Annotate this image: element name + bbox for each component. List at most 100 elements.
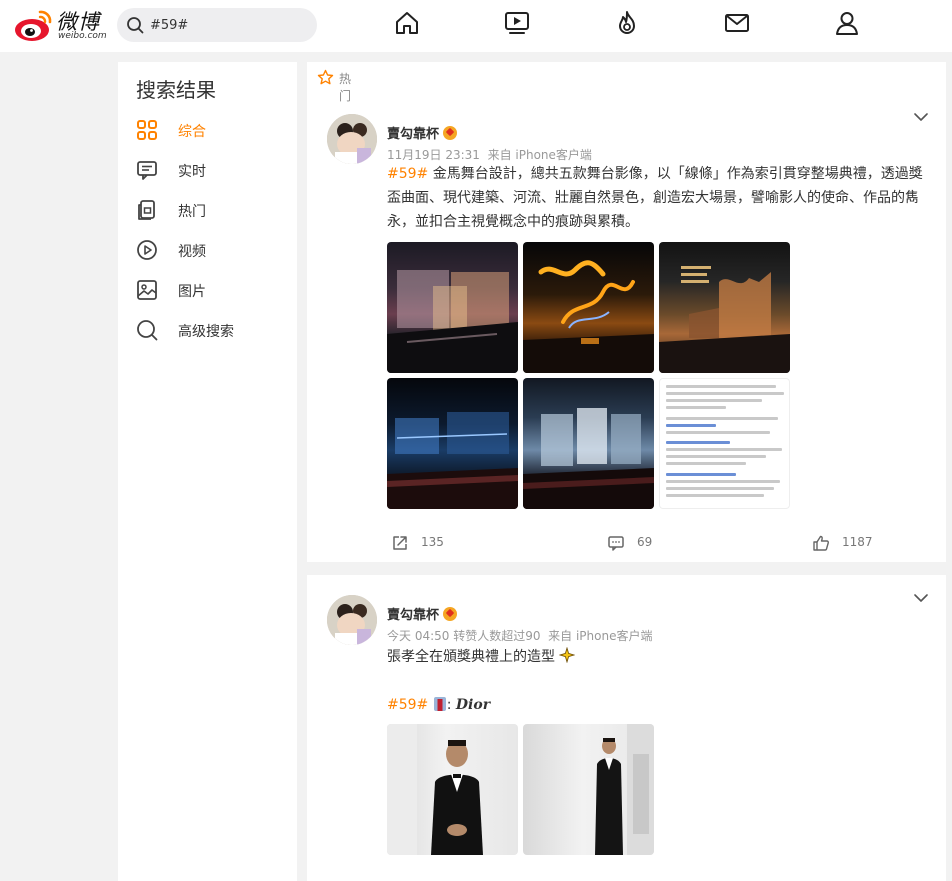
hashtag-link[interactable]: #59# (387, 697, 428, 713)
post-meta: 11月19日 23:31 来自 iPhone客户端 (387, 146, 592, 163)
video-icon[interactable] (504, 10, 530, 36)
sidebar-item-comprehensive[interactable]: 综合 (136, 118, 286, 142)
repost-icon (393, 536, 407, 550)
like-count: 1187 (842, 535, 873, 549)
sidebar-item-label: 视频 (178, 244, 206, 260)
comment-icon (608, 536, 624, 551)
author-name[interactable]: 賣勾靠杯 (387, 604, 458, 623)
author-name[interactable]: 賣勾靠杯 (387, 123, 458, 142)
comment-count: 69 (637, 535, 653, 549)
post-image[interactable] (523, 724, 654, 855)
sidebar-title: 搜索结果 (136, 78, 216, 102)
doc-line (666, 431, 770, 434)
thumbs-up-icon (813, 535, 829, 551)
hot-icon[interactable] (614, 10, 640, 36)
doc-line (666, 462, 746, 465)
doc-line (666, 406, 726, 409)
portrait-image-art (387, 724, 483, 855)
sidebar-item-label: 实时 (178, 164, 206, 180)
chevron-down-icon[interactable] (914, 593, 928, 603)
doc-line (666, 392, 784, 395)
sidebar-item-label: 综合 (178, 124, 206, 140)
sidebar-item-label: 图片 (178, 284, 206, 300)
doc-line (666, 487, 774, 490)
sidebar: 搜索结果 综合 实时 热门 视频 图片 高级搜索 (118, 62, 297, 881)
doc-link-line (666, 441, 730, 444)
repost-button[interactable]: 135 (391, 531, 471, 555)
hashtag-link[interactable]: #59# (387, 166, 428, 182)
profile-icon[interactable] (834, 10, 860, 36)
message-icon[interactable] (724, 10, 750, 36)
avatar[interactable] (327, 114, 377, 164)
realtime-icon (137, 161, 157, 180)
repost-count: 135 (421, 535, 444, 549)
weibo-eye-icon (15, 10, 52, 41)
doc-line (666, 494, 764, 497)
post-image[interactable] (387, 378, 518, 509)
post-body: 張孝全在頒獎典禮上的造型 (387, 649, 555, 665)
doc-line (666, 385, 776, 388)
sidebar-item-images[interactable]: 图片 (136, 278, 286, 302)
post-text: #59# 金馬舞台設計，總共五款舞台影像，以「線條」作為索引貫穿整場典禮，透過獎… (387, 162, 931, 234)
sidebar-item-label: 高级搜索 (178, 324, 234, 340)
post-text: 張孝全在頒獎典禮上的造型 (387, 645, 931, 669)
doc-link-line (666, 473, 736, 476)
post-time[interactable]: 今天 04:50 (387, 629, 449, 643)
post-image[interactable] (659, 242, 790, 373)
image-icon (137, 280, 157, 300)
hot-feed-icon (138, 200, 155, 220)
search-icon[interactable] (126, 16, 144, 34)
like-button[interactable]: 1187 (812, 531, 902, 555)
post-text-second-line: #59# : Dior (387, 697, 491, 713)
stage-image-art (523, 408, 654, 509)
post-actions: 135 69 1187 (307, 531, 946, 555)
video-play-icon (137, 240, 157, 260)
post-card: 热门 賣勾靠杯 11月19日 23:31 来自 iPhone客户端 #59# 金… (307, 62, 946, 562)
brand-text: Dior (455, 697, 491, 713)
advanced-search-icon (137, 320, 158, 341)
sidebar-item-realtime[interactable]: 实时 (136, 158, 286, 182)
avatar-image (327, 595, 377, 645)
doc-line (666, 399, 762, 402)
star-icon (317, 69, 334, 85)
stage-image-art (523, 260, 654, 373)
home-icon[interactable] (394, 10, 420, 36)
post-image[interactable] (387, 724, 518, 855)
post-card: 賣勾靠杯 今天 04:50 转赞人数超过90 来自 iPhone客户端 張孝全在… (307, 575, 946, 881)
sidebar-item-label: 热门 (178, 204, 206, 220)
vip-badge-icon (443, 607, 458, 621)
doc-line (666, 480, 780, 483)
chevron-down-icon[interactable] (914, 112, 928, 122)
post-source: 来自 iPhone客户端 (487, 148, 592, 162)
post-stat: 转赞人数超过90 (453, 629, 541, 643)
top-bar: 微博 weibo.com (0, 0, 952, 52)
sidebar-item-hot[interactable]: 热门 (136, 198, 286, 222)
sparkle-emoji-icon (559, 646, 576, 664)
logo-domain: weibo.com (58, 31, 107, 41)
post-meta: 今天 04:50 转赞人数超过90 来自 iPhone客户端 (387, 627, 652, 644)
weibo-logo[interactable]: 微博 weibo.com (14, 6, 107, 42)
search-input[interactable] (150, 15, 310, 35)
stage-image-art (387, 412, 518, 509)
avatar[interactable] (327, 595, 377, 645)
person-emoji-icon (433, 697, 446, 711)
post-image[interactable] (387, 242, 518, 373)
doc-line (666, 417, 778, 420)
post-image[interactable] (523, 378, 654, 509)
doc-link-line (666, 424, 716, 427)
author-name-text: 賣勾靠杯 (387, 127, 440, 142)
grid-icon (137, 120, 157, 140)
post-body: 金馬舞台設計，總共五款舞台影像，以「線條」作為索引貫穿整場典禮，透過獎盃曲面、現… (387, 166, 923, 230)
sidebar-item-advanced-search[interactable]: 高级搜索 (136, 318, 286, 342)
portrait-image-art (595, 724, 654, 855)
post-source: 来自 iPhone客户端 (548, 629, 653, 643)
sidebar-item-video[interactable]: 视频 (136, 238, 286, 262)
comment-button[interactable]: 69 (607, 531, 687, 555)
post-image[interactable] (523, 242, 654, 373)
avatar-image (327, 114, 377, 164)
search-box[interactable] (117, 8, 317, 42)
stage-image-art (387, 270, 518, 373)
post-time[interactable]: 11月19日 23:31 (387, 148, 480, 162)
post-image[interactable] (659, 378, 790, 509)
vip-badge-icon (443, 126, 458, 140)
